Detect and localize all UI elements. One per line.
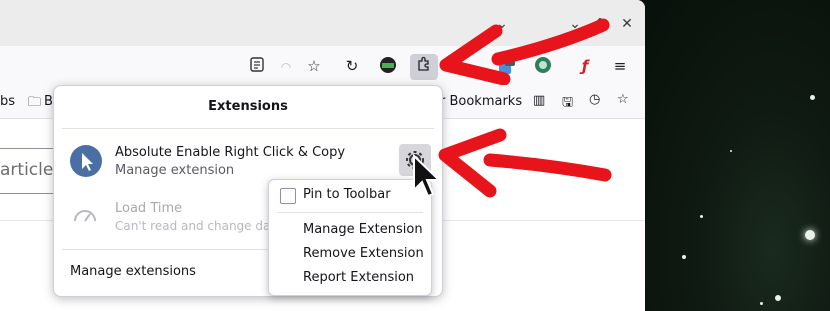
reload-icon[interactable]: ↻ [341,55,363,77]
extension-subtitle: Manage extension [115,163,235,178]
extension-subtitle: Can't read and change da [115,219,271,233]
star [730,150,732,152]
desktop-background [640,0,830,311]
bookmark-item[interactable]: bs [0,94,15,109]
panel-divider [62,128,434,129]
star [700,215,703,218]
save-icon[interactable]: 🖫 [562,93,573,115]
history-icon[interactable]: ◷ [589,92,600,107]
other-bookmarks[interactable]: r Bookmarks [440,94,522,109]
pin-checkbox[interactable] [280,188,296,204]
star [775,295,781,301]
panel-title: Extensions [208,99,288,114]
annotation-arrow-middle [438,128,612,198]
close-button[interactable]: ✕ [617,14,637,34]
extensions-puzzle-button[interactable] [410,54,438,80]
sidebar-icon[interactable]: ▥ [533,93,545,108]
pin-to-toolbar-item[interactable]: Pin to Toolbar [303,187,391,202]
extension-context-menu: Pin to Toolbar Manage Extension Remove E… [268,179,432,296]
extension-green-icon[interactable] [377,56,399,78]
extension-name[interactable]: Load Time [115,201,182,216]
folder-icon: 🗀 [28,95,42,110]
star [760,302,763,305]
load-time-icon[interactable]: ◠ [275,56,297,78]
manage-extension-item[interactable]: Manage Extension [303,222,423,237]
manage-extensions-link[interactable]: Manage extensions [70,264,196,279]
star [810,95,815,100]
star [682,255,686,259]
panel-divider [62,249,270,250]
bookmarks-manager-icon[interactable]: ☆ [617,92,629,107]
remove-extension-item[interactable]: Remove Extension [303,246,424,261]
annotation-arrow-top [439,18,610,85]
report-extension-item[interactable]: Report Extension [303,270,414,285]
star [805,230,815,240]
load-time-icon [72,204,98,228]
cursor-icon [70,145,102,177]
extension-name[interactable]: Absolute Enable Right Click & Copy [115,145,345,160]
bookmark-star-icon[interactable]: ☆ [303,55,325,77]
bookmark-folder[interactable]: B [44,94,53,109]
menu-separator [277,212,423,213]
reader-view-icon[interactable] [246,56,268,78]
